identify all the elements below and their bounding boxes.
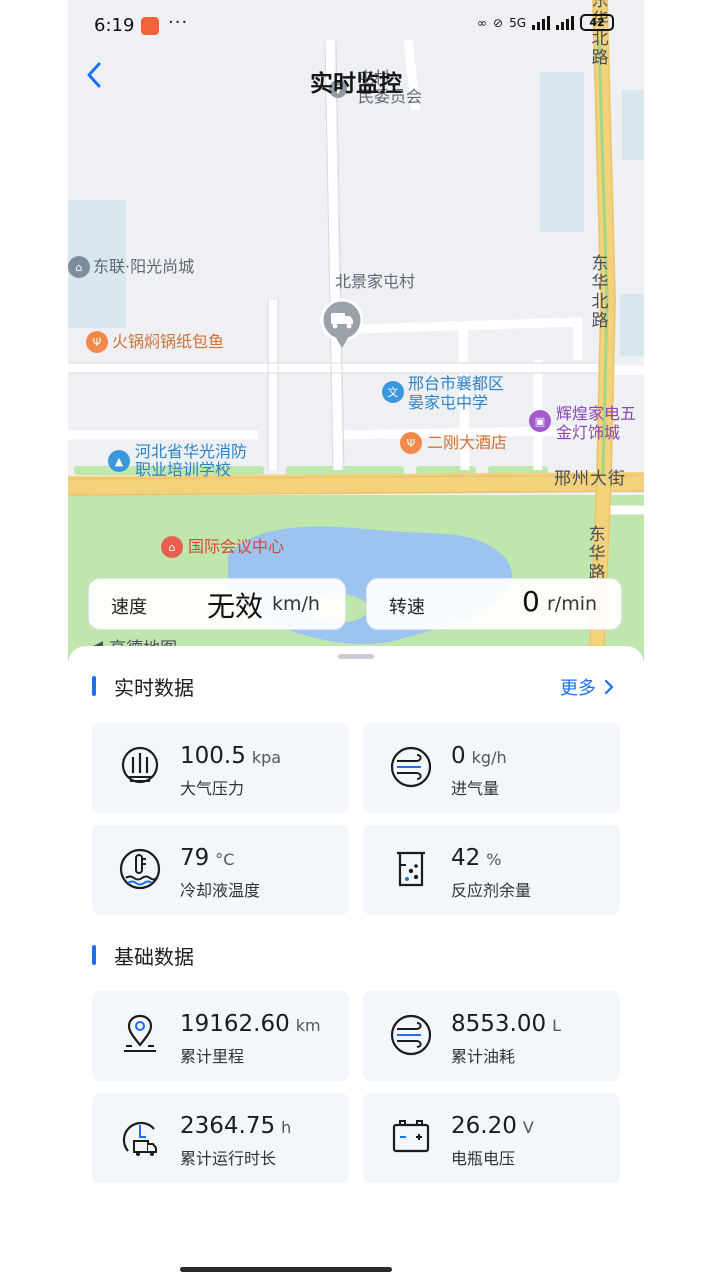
mileage-pin-icon xyxy=(124,1014,156,1052)
poi-donglian[interactable]: 东联·阳光尚城 xyxy=(93,258,194,276)
poi-school-2[interactable]: 晏家屯中学 xyxy=(408,394,488,412)
coolant-caption: 冷却液温度 xyxy=(180,881,261,900)
airflow-caption: 进气量 xyxy=(451,779,500,798)
battery-value: 26.20 xyxy=(451,1113,517,1139)
more-label: 更多 xyxy=(560,678,596,699)
runtime-value: 2364.75 xyxy=(180,1113,276,1139)
card-coolant[interactable]: 79 °C 冷却液温度 xyxy=(92,825,349,915)
notification-app-icon xyxy=(141,17,159,35)
status-bar: 6:19 ··· ∞ ⊘ 5G 42 xyxy=(68,0,644,52)
card-runtime[interactable]: 2364.75 h 累计运行时长 xyxy=(92,1093,349,1183)
card-reagent[interactable]: 42% 反应剂余量 xyxy=(363,825,620,915)
speed-label: 速度 xyxy=(111,597,147,618)
mileage-caption: 累计里程 xyxy=(180,1047,245,1066)
restaurant-pin-icon: Ψ xyxy=(86,331,108,353)
silent-icon: ⊘ xyxy=(493,15,504,30)
mileage-value: 19162.60 xyxy=(180,1011,290,1037)
road-donghua-bottom: 东华路 xyxy=(588,525,606,583)
poi-hotpot[interactable]: 火锅焖锅纸包鱼 xyxy=(112,333,224,351)
hotel-pin-icon: Ψ xyxy=(400,432,422,454)
poi-firefight-2[interactable]: 职业培训学校 xyxy=(135,461,231,479)
map-view[interactable]: ▼ 屯村 民委员会 ⌂ 东联·阳光尚城 北景家屯村 Ψ 火锅焖锅纸包鱼 文 邢台… xyxy=(68,0,644,670)
poi-beijing-village[interactable]: 北景家屯村 xyxy=(335,273,415,291)
shop-pin-icon: ▣ xyxy=(529,410,551,432)
card-mileage[interactable]: 19162.60 km 累计里程 xyxy=(92,991,349,1081)
speed-unit: km/h xyxy=(272,593,320,615)
link-icon: ∞ xyxy=(477,15,487,30)
app-screen: ▼ 屯村 民委员会 ⌂ 东联·阳光尚城 北景家屯村 Ψ 火锅焖锅纸包鱼 文 邢台… xyxy=(68,0,644,1280)
coolant-temp-icon xyxy=(119,848,161,890)
airflow-icon xyxy=(390,746,432,788)
reagent-icon xyxy=(397,851,425,887)
poi-appliance-1[interactable]: 辉煌家电五 xyxy=(556,405,636,423)
card-pressure[interactable]: 100.5 kpa 大气压力 xyxy=(92,723,349,813)
poi-hotel[interactable]: 二刚大酒店 xyxy=(427,434,507,452)
speed-panel: 速度 无效 km/h xyxy=(88,578,346,630)
airflow-value: 0 xyxy=(451,743,466,769)
runtime-unit: h xyxy=(281,1118,292,1137)
mileage-unit: km xyxy=(295,1016,321,1035)
training-school-pin-icon: ▲ xyxy=(108,450,130,472)
coolant-unit: °C xyxy=(215,850,235,869)
rpm-label: 转速 xyxy=(389,597,425,618)
pressure-icon xyxy=(121,746,159,784)
basic-section-title: 基础数据 xyxy=(92,941,194,970)
data-sheet: 实时数据 更多 100.5 kpa 大气压力 0 kg/h 进气量 79 °C … xyxy=(68,646,644,1280)
rpm-value: 0 xyxy=(522,585,540,618)
pressure-caption: 大气压力 xyxy=(180,779,245,798)
fuel-wind-icon xyxy=(390,1014,432,1056)
poi-school-1[interactable]: 邢台市襄都区 xyxy=(408,375,504,393)
status-right: ∞ ⊘ 5G 42 xyxy=(477,14,614,31)
sheet-drag-handle[interactable] xyxy=(338,654,374,659)
page-title: 实时监控 xyxy=(310,71,402,97)
poi-conference[interactable]: 国际会议中心 xyxy=(188,538,284,556)
fuel-unit: L xyxy=(552,1016,562,1035)
signal-bars-icon xyxy=(532,15,550,30)
reagent-caption: 反应剂余量 xyxy=(451,881,532,900)
building-pin-icon: ⌂ xyxy=(68,256,90,278)
conference-pin-icon: ⌂ xyxy=(161,536,183,558)
rpm-unit: r/min xyxy=(547,593,598,615)
poi-appliance-2[interactable]: 金灯饰城 xyxy=(556,424,620,442)
fuel-value: 8553.00 xyxy=(451,1011,547,1037)
runtime-truck-icon xyxy=(122,1121,157,1156)
more-notifications-icon: ··· xyxy=(168,12,189,33)
poi-firefight-1[interactable]: 河北省华光消防 xyxy=(135,443,247,461)
status-time: 6:19 xyxy=(94,15,135,36)
battery-icon xyxy=(392,1120,430,1153)
battery-caption: 电瓶电压 xyxy=(451,1149,516,1168)
speed-value: 无效 xyxy=(207,590,264,623)
rpm-panel: 转速 0 r/min xyxy=(366,578,622,630)
reagent-value: 42 xyxy=(451,845,481,871)
road-xingzhou: 邢州大街 xyxy=(554,469,626,489)
coolant-value: 79 xyxy=(180,845,210,871)
runtime-caption: 累计运行时长 xyxy=(180,1149,277,1168)
chevron-right-icon xyxy=(604,679,614,695)
school-pin-icon: 文 xyxy=(382,381,404,403)
pressure-value: 100.5 xyxy=(180,743,246,769)
reagent-unit: % xyxy=(486,850,502,869)
realtime-section-title: 实时数据 xyxy=(92,672,194,701)
vehicle-marker-icon[interactable] xyxy=(320,298,364,358)
signal-label: 5G xyxy=(509,15,526,30)
battery-level: 42 xyxy=(580,14,614,31)
pressure-unit: kpa xyxy=(251,748,282,767)
home-indicator[interactable] xyxy=(180,1267,392,1272)
card-fuel[interactable]: 8553.00 L 累计油耗 xyxy=(363,991,620,1081)
road-donghua-mid: 东华北路 xyxy=(591,254,609,331)
more-button[interactable]: 更多 xyxy=(560,674,614,700)
card-airflow[interactable]: 0 kg/h 进气量 xyxy=(363,723,620,813)
card-battery[interactable]: 26.20 V 电瓶电压 xyxy=(363,1093,620,1183)
fuel-caption: 累计油耗 xyxy=(451,1047,516,1066)
signal-bars-2-icon xyxy=(556,15,574,30)
airflow-unit: kg/h xyxy=(471,748,507,767)
battery-unit: V xyxy=(522,1118,534,1137)
